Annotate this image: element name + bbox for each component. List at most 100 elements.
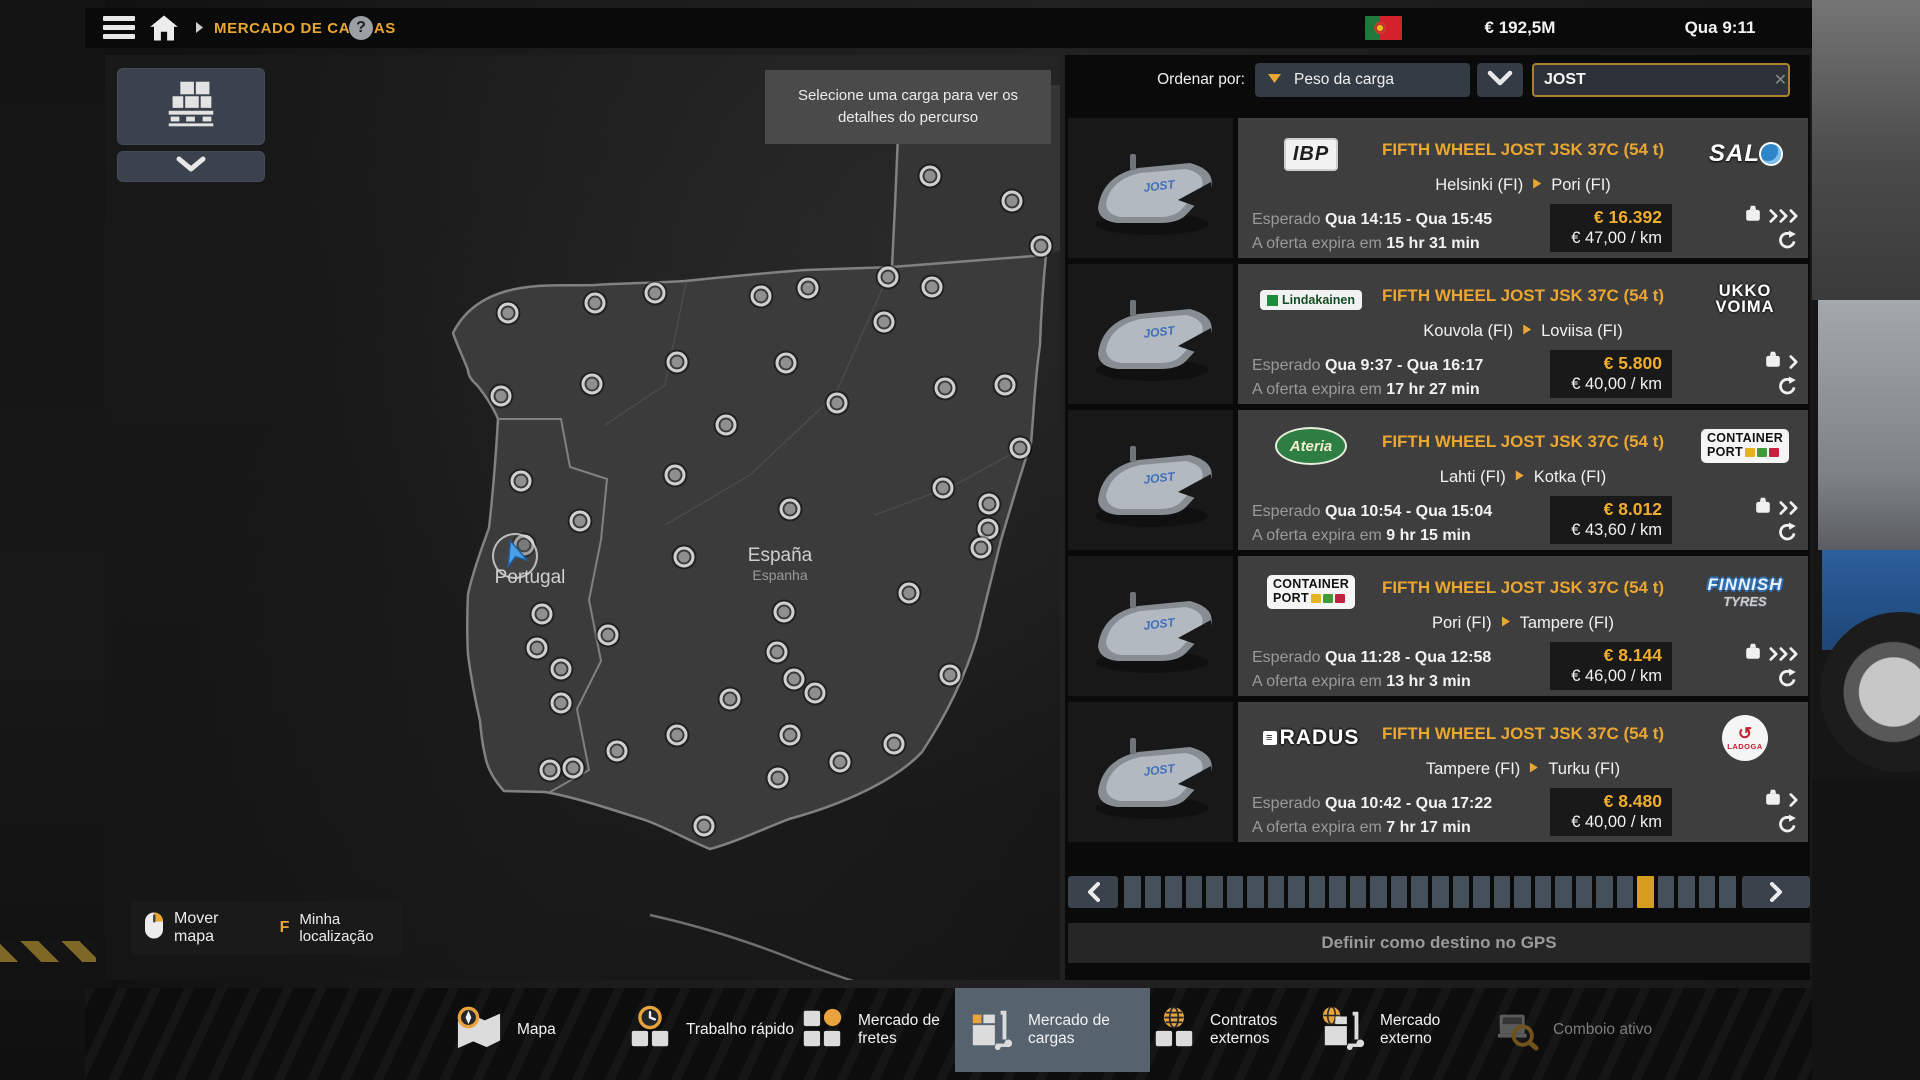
city-dot[interactable] xyxy=(780,499,801,520)
page-tick[interactable] xyxy=(1596,876,1613,908)
city-dot[interactable] xyxy=(585,293,606,314)
home-icon[interactable] xyxy=(149,14,179,42)
next-page-button[interactable] xyxy=(1742,876,1810,908)
city-dot[interactable] xyxy=(768,768,789,789)
nav-item-contracts[interactable]: Contratos externos xyxy=(1137,988,1332,1072)
city-dot[interactable] xyxy=(527,638,548,659)
city-dot[interactable] xyxy=(995,375,1016,396)
page-tick[interactable] xyxy=(1535,876,1552,908)
city-dot[interactable] xyxy=(665,465,686,486)
page-tick[interactable] xyxy=(1658,876,1675,908)
city-dot[interactable] xyxy=(776,353,797,374)
set-gps-destination-button[interactable]: Definir como destino no GPS xyxy=(1068,923,1810,963)
city-dot[interactable] xyxy=(1002,191,1023,212)
city-dot[interactable] xyxy=(1010,438,1031,459)
page-tick[interactable] xyxy=(1432,876,1449,908)
city-dot[interactable] xyxy=(1031,236,1052,257)
page-tick[interactable] xyxy=(1329,876,1346,908)
city-dot[interactable] xyxy=(551,659,572,680)
city-dot[interactable] xyxy=(798,278,819,299)
page-tick[interactable] xyxy=(1699,876,1716,908)
page-tick[interactable] xyxy=(1350,876,1367,908)
page-tick[interactable] xyxy=(1453,876,1470,908)
city-dot[interactable] xyxy=(570,511,591,532)
clear-search-icon[interactable]: ✕ xyxy=(1773,70,1788,90)
page-tick[interactable] xyxy=(1678,876,1695,908)
sort-dropdown[interactable]: Peso da carga xyxy=(1255,63,1470,97)
city-dot[interactable] xyxy=(716,415,737,436)
prev-page-button[interactable] xyxy=(1068,876,1118,908)
sort-expand-button[interactable] xyxy=(1477,63,1523,97)
page-tick[interactable] xyxy=(1391,876,1408,908)
page-tick[interactable] xyxy=(1719,876,1736,908)
page-tick[interactable] xyxy=(1186,876,1203,908)
city-dot[interactable] xyxy=(563,758,584,779)
nav-item-external[interactable]: Mercado externo xyxy=(1307,988,1502,1072)
page-tick[interactable] xyxy=(1309,876,1326,908)
city-dot[interactable] xyxy=(878,267,899,288)
page-tick[interactable] xyxy=(1514,876,1531,908)
city-dot[interactable] xyxy=(933,478,954,499)
cargo-offer-row[interactable]: JOST Ateria FIFTH WHEEL JOST JSK 37C (54… xyxy=(1068,410,1808,550)
page-tick[interactable] xyxy=(1145,876,1162,908)
search-input[interactable] xyxy=(1534,71,1773,89)
cargo-filter-button[interactable] xyxy=(117,68,265,145)
city-dot[interactable] xyxy=(780,725,801,746)
city-dot[interactable] xyxy=(582,374,603,395)
page-tick[interactable] xyxy=(1473,876,1490,908)
page-tick[interactable] xyxy=(1288,876,1305,908)
page-tick[interactable] xyxy=(1411,876,1428,908)
menu-icon[interactable] xyxy=(103,16,137,40)
page-tick[interactable] xyxy=(1555,876,1572,908)
cargo-offer-row[interactable]: JOST IBP FIFTH WHEEL JOST JSK 37C (54 t)… xyxy=(1068,118,1808,258)
page-tick[interactable] xyxy=(1165,876,1182,908)
cargo-offer-row[interactable]: JOST Lindakainen FIFTH WHEEL JOST JSK 37… xyxy=(1068,264,1808,404)
page-tick[interactable] xyxy=(1206,876,1223,908)
city-dot[interactable] xyxy=(491,386,512,407)
city-dot[interactable] xyxy=(978,519,999,540)
city-dot[interactable] xyxy=(805,683,826,704)
cargo-offer-row[interactable]: JOST CONTAINERPORT FIFTH WHEEL JOST JSK … xyxy=(1068,556,1808,696)
page-tick[interactable] xyxy=(1227,876,1244,908)
city-dot[interactable] xyxy=(667,352,688,373)
city-dot[interactable] xyxy=(830,752,851,773)
city-dot[interactable] xyxy=(674,547,695,568)
nav-item-freight[interactable]: Mercado de fretes xyxy=(785,988,980,1072)
city-dot[interactable] xyxy=(694,816,715,837)
page-tick[interactable] xyxy=(1247,876,1264,908)
city-dot[interactable] xyxy=(645,283,666,304)
city-dot[interactable] xyxy=(511,471,532,492)
page-tick-active[interactable] xyxy=(1637,876,1654,908)
city-dot[interactable] xyxy=(884,734,905,755)
city-dot[interactable] xyxy=(971,538,992,559)
page-tick[interactable] xyxy=(1576,876,1593,908)
filter-expand-button[interactable] xyxy=(117,151,265,182)
city-dot[interactable] xyxy=(774,602,795,623)
help-button[interactable]: ? xyxy=(349,16,373,40)
city-dot[interactable] xyxy=(607,741,628,762)
city-dot[interactable] xyxy=(979,494,1000,515)
page-tick[interactable] xyxy=(1268,876,1285,908)
city-dot[interactable] xyxy=(767,642,788,663)
city-dot[interactable] xyxy=(920,166,941,187)
city-dot[interactable] xyxy=(922,277,943,298)
map-viewport[interactable]: España Espanha Portugal Selecione uma ca… xyxy=(105,55,1060,980)
page-tick[interactable] xyxy=(1124,876,1141,908)
city-dot[interactable] xyxy=(784,669,805,690)
cargo-offer-row[interactable]: JOST ≡RADUS FIFTH WHEEL JOST JSK 37C (54… xyxy=(1068,702,1808,842)
page-tick[interactable] xyxy=(1494,876,1511,908)
nav-item-map[interactable]: Mapa xyxy=(440,988,570,1072)
city-dot[interactable] xyxy=(940,665,961,686)
city-dot[interactable] xyxy=(532,604,553,625)
city-dot[interactable] xyxy=(827,393,848,414)
nav-item-cargo[interactable]: Mercado de cargas xyxy=(955,988,1150,1072)
city-dot[interactable] xyxy=(551,693,572,714)
nav-item-quickjob[interactable]: Trabalho rápido xyxy=(613,988,808,1072)
city-dot[interactable] xyxy=(899,583,920,604)
page-tick[interactable] xyxy=(1617,876,1634,908)
city-dot[interactable] xyxy=(874,312,895,333)
city-dot[interactable] xyxy=(667,725,688,746)
city-dot[interactable] xyxy=(720,689,741,710)
city-dot[interactable] xyxy=(598,625,619,646)
city-dot[interactable] xyxy=(540,760,561,781)
